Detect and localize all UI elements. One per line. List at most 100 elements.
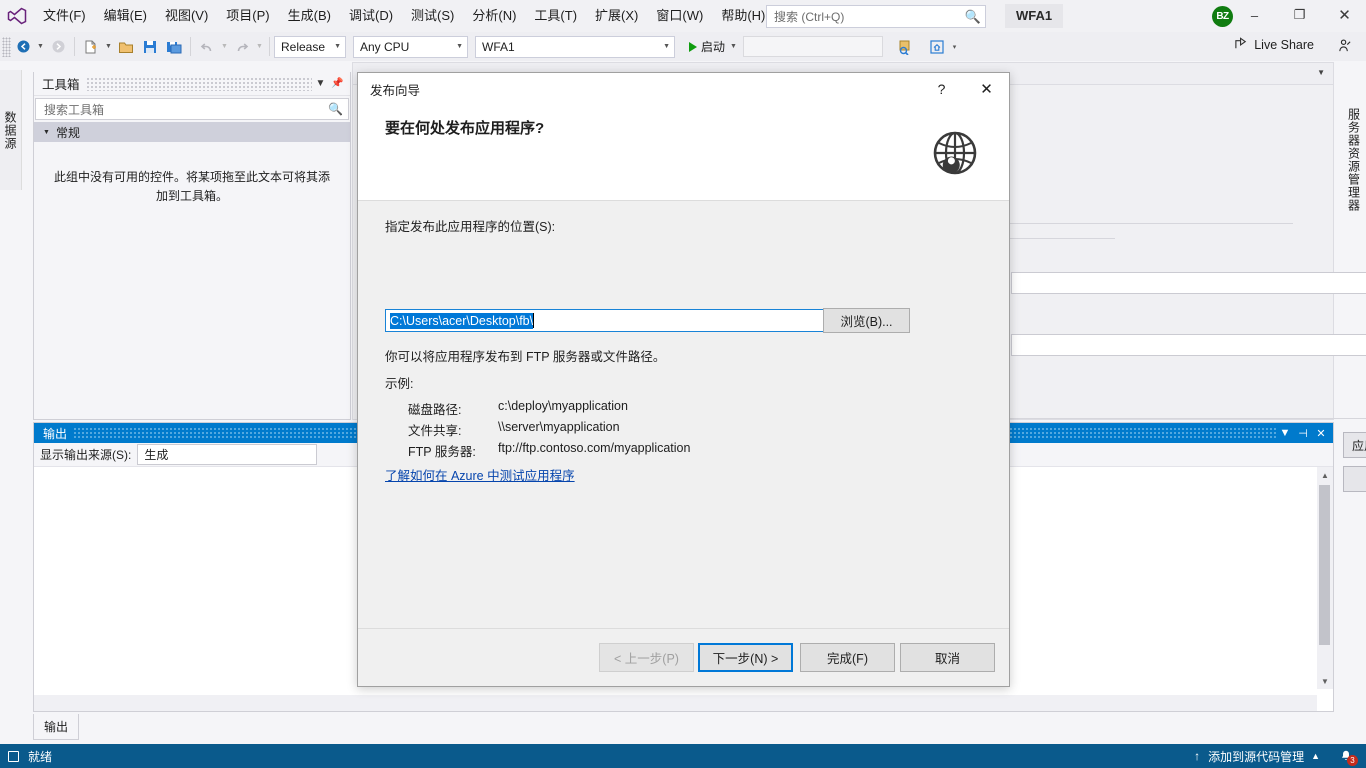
preview-changes-icon[interactable]: [894, 36, 916, 58]
save-all-icon[interactable]: [163, 36, 185, 58]
home-window-icon[interactable]: [926, 36, 948, 58]
output-horizontal-scrollbar[interactable]: [34, 695, 1317, 711]
quick-search-box[interactable]: 搜索 (Ctrl+Q) 🔍: [766, 5, 986, 28]
startup-project-combo[interactable]: WFA1 ▼: [475, 35, 675, 58]
properties-divider-1: [965, 223, 1293, 224]
example-key-disk: 磁盘路径:: [408, 403, 462, 417]
visual-studio-window: 文件(F) 编辑(E) 视图(V) 项目(P) 生成(B) 调试(D) 测试(S…: [0, 0, 1366, 768]
output-tab-label: 输出: [43, 720, 68, 734]
properties-combo-2[interactable]: ⌄: [1011, 334, 1366, 356]
publish-location-input[interactable]: C:\Users\acer\Desktop\fb\: [385, 309, 844, 332]
scroll-down-arrow-icon[interactable]: ▼: [1317, 673, 1333, 689]
dialog-close-button[interactable]: ✕: [964, 73, 1009, 105]
toolbox-title: 工具箱: [42, 78, 80, 92]
scroll-up-arrow-icon[interactable]: ▲: [1317, 467, 1333, 483]
menu-edit[interactable]: 编辑(E): [95, 0, 156, 32]
toolbar-separator: [74, 37, 75, 56]
chevron-down-icon: ▼: [334, 43, 341, 50]
publish-location-value: C:\Users\acer\Desktop\fb\: [390, 312, 534, 329]
start-debug-label: 启动: [701, 40, 726, 54]
menu-project[interactable]: 项目(P): [217, 0, 278, 32]
chevron-up-icon[interactable]: ▲: [1311, 751, 1320, 761]
menu-tools[interactable]: 工具(T): [525, 0, 586, 32]
sidebar-tab-data-sources[interactable]: 数据源: [0, 70, 22, 190]
start-debug-button[interactable]: 启动: [684, 36, 728, 58]
next-button[interactable]: 下一步(N) >: [698, 643, 793, 672]
notifications-button[interactable]: 3: [1336, 748, 1358, 766]
finish-button-label: 完成(F): [827, 652, 868, 666]
chevron-down-icon[interactable]: ▼: [312, 78, 329, 89]
dialog-heading: 要在何处发布应用程序?: [385, 120, 545, 137]
visual-studio-logo-icon: [0, 0, 34, 32]
start-dropdown-icon[interactable]: ▼: [728, 43, 739, 50]
browse-button[interactable]: 浏览(B)...: [823, 308, 910, 333]
toolbox-group-general[interactable]: ▼ 常规: [34, 122, 350, 142]
output-source-combo[interactable]: 生成: [137, 444, 318, 465]
close-button[interactable]: ✕: [1322, 0, 1366, 30]
toolbar-grip[interactable]: [2, 36, 11, 57]
menu-test[interactable]: 测试(S): [402, 0, 463, 32]
menu-window[interactable]: 窗口(W): [647, 0, 712, 32]
pin-icon[interactable]: ⊣: [1294, 427, 1312, 440]
live-share-button[interactable]: Live Share: [1234, 36, 1314, 54]
avatar[interactable]: BZ: [1212, 6, 1233, 27]
sidebar-tab-data-sources-label: 数据源: [3, 110, 17, 150]
scrollbar-thumb[interactable]: [1319, 485, 1330, 645]
menu-debug[interactable]: 调试(D): [340, 0, 402, 32]
undo-dropdown-icon: ▼: [221, 43, 228, 50]
play-icon: [689, 41, 697, 52]
status-bar: 就绪 ↑ 添加到源代码管理 ▲ 3: [0, 744, 1366, 768]
dialog-body: 指定发布此应用程序的位置(S): C:\Users\acer\Desktop\f…: [358, 201, 1009, 628]
navigate-back-icon[interactable]: [12, 36, 34, 58]
sidebar-tab-server-explorer[interactable]: 服务器资源管理器: [1342, 70, 1366, 250]
cancel-button[interactable]: 取消: [900, 643, 995, 672]
menu-view[interactable]: 视图(V): [156, 0, 217, 32]
toolbox-group-general-label: 常规: [55, 125, 80, 140]
back-dropdown-icon[interactable]: ▼: [35, 43, 46, 50]
output-vertical-scrollbar[interactable]: ▲ ▼: [1317, 467, 1333, 689]
triangle-down-icon: ▼: [43, 128, 50, 136]
toolbar-extra-input[interactable]: [743, 36, 884, 57]
output-tab[interactable]: 输出: [33, 714, 79, 740]
pin-icon[interactable]: 📌: [329, 78, 346, 89]
finish-button[interactable]: 完成(F): [800, 643, 895, 672]
menu-extensions[interactable]: 扩展(X): [586, 0, 647, 32]
toolbar-overflow-icon[interactable]: ▾: [949, 43, 960, 51]
example-value-disk: c:\deploy\myapplication: [498, 399, 628, 413]
dialog-title: 发布向导: [370, 83, 421, 98]
toolbox-drag-handle[interactable]: [85, 76, 312, 91]
menu-analyze[interactable]: 分析(N): [463, 0, 525, 32]
menu-build[interactable]: 生成(B): [279, 0, 340, 32]
navigate-forward-icon: [47, 36, 69, 58]
maximize-button[interactable]: ❐: [1277, 0, 1322, 30]
redo-dropdown-icon: ▼: [256, 43, 263, 50]
menu-file[interactable]: 文件(F): [34, 0, 95, 32]
help-button[interactable]: ?: [919, 73, 964, 105]
toolbox-search-input[interactable]: 搜索工具箱 🔍: [35, 98, 349, 120]
dialog-title-bar: 发布向导 ? ✕: [358, 73, 1009, 105]
solution-name-label: WFA1: [1005, 4, 1064, 28]
new-project-icon[interactable]: [80, 36, 102, 58]
solution-configuration-combo[interactable]: Release ▼: [274, 35, 346, 58]
redo-icon: [231, 36, 253, 58]
new-project-dropdown-icon[interactable]: ▼: [103, 43, 114, 50]
properties-combo-1[interactable]: ⌄: [1011, 272, 1366, 294]
application-files-button[interactable]: 应用程序文件(I)...: [1343, 432, 1366, 458]
close-icon[interactable]: ✕: [1312, 427, 1330, 440]
feedback-icon[interactable]: [1337, 38, 1352, 56]
next-button-label: 下一步(N) >: [712, 652, 779, 666]
open-file-icon[interactable]: [115, 36, 137, 58]
solution-platform-combo[interactable]: Any CPU ▼: [353, 35, 468, 58]
upload-arrow-icon: ↑: [1194, 749, 1201, 763]
prerequisites-button[interactable]: [1343, 466, 1366, 492]
source-control-label[interactable]: 添加到源代码管理: [1208, 748, 1304, 765]
dialog-footer: < 上一步(P) 下一步(N) > 完成(F) 取消: [358, 628, 1009, 686]
chevron-down-icon[interactable]: ▼: [1317, 68, 1325, 77]
chevron-down-icon[interactable]: ▼: [1276, 427, 1294, 439]
notification-badge: 3: [1347, 755, 1358, 766]
azure-test-link[interactable]: 了解如何在 Azure 中测试应用程序: [385, 465, 575, 484]
location-label: 指定发布此应用程序的位置(S):: [385, 220, 556, 234]
save-icon[interactable]: [139, 36, 161, 58]
chevron-down-icon: ▼: [456, 43, 463, 50]
minimize-button[interactable]: –: [1232, 0, 1277, 30]
